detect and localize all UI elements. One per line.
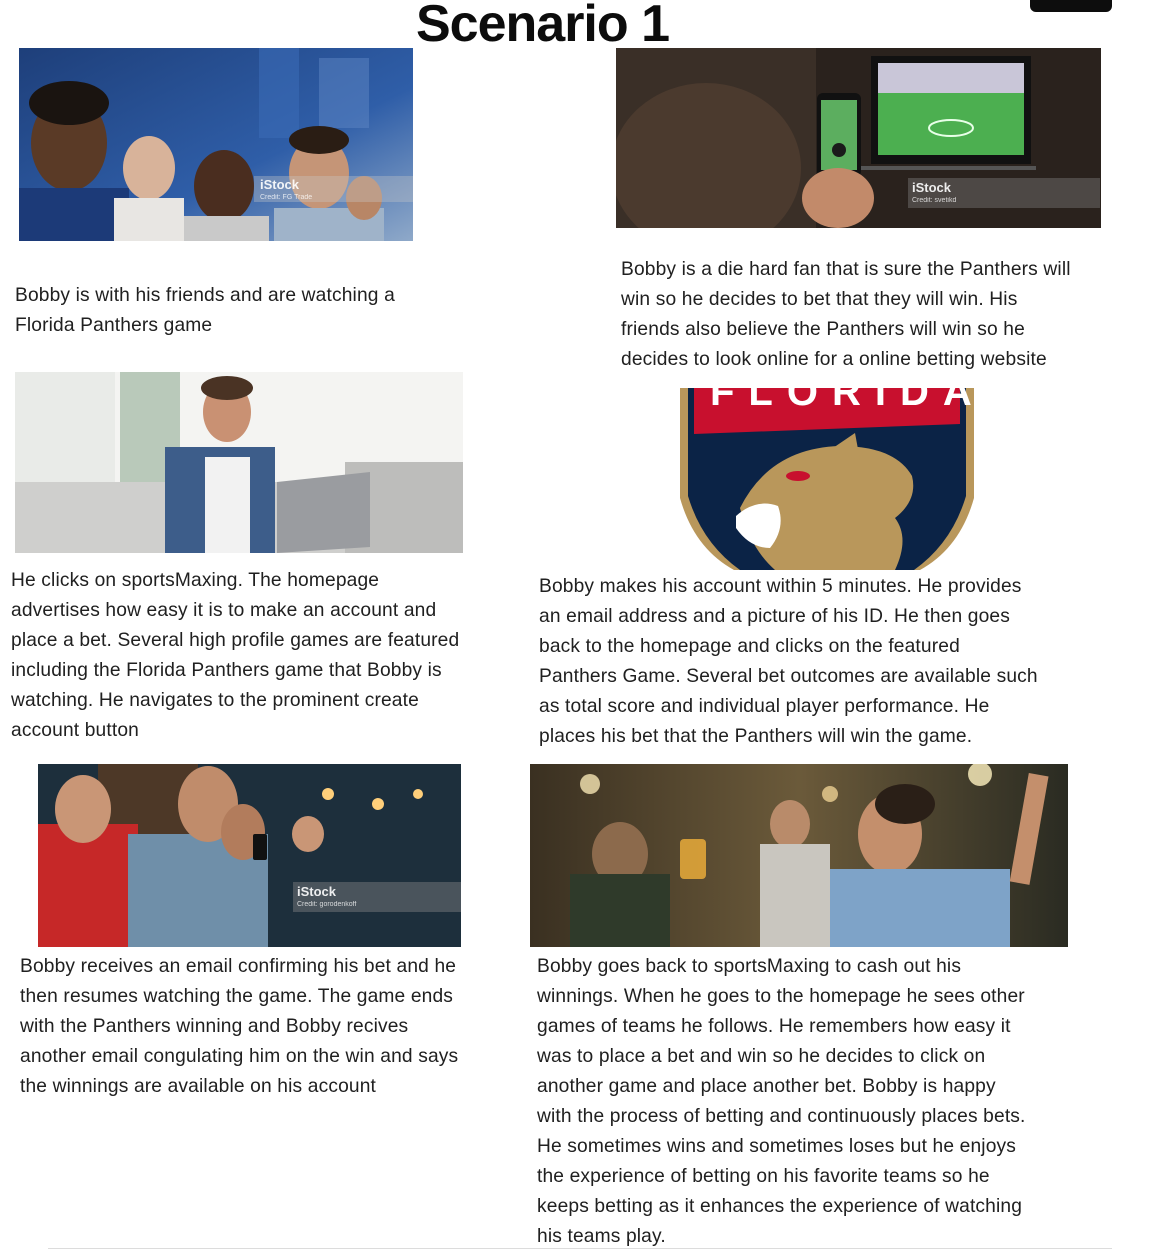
photo-man-celebrating — [530, 764, 1068, 947]
photo-friends-cheering: iStock Credit: FG Trade — [19, 48, 413, 241]
photo-man-laptop — [15, 372, 463, 553]
caption-1: Bobby is with his friends and are watchi… — [15, 285, 395, 336]
logo-text: FLORIDA — [710, 388, 974, 414]
caption-3: He clicks on sportsMaxing. The homepage … — [11, 570, 460, 741]
caption-5: Bobby receives an email confirming his b… — [20, 956, 459, 1097]
caption-6: Bobby goes back to sportsMaxing to cash … — [537, 956, 1026, 1247]
photo-fans-phone: iStock Credit: gorodenkoff — [38, 764, 461, 947]
menu-button[interactable] — [1030, 0, 1112, 12]
istock-watermark: iStock Credit: gorodenkoff — [297, 884, 357, 908]
istock-watermark: iStock Credit: FG Trade — [260, 177, 313, 201]
florida-panthers-logo: FLORIDA — [680, 388, 974, 570]
istock-watermark: iStock Credit: svetikd — [912, 180, 957, 204]
caption-4: Bobby makes his account within 5 minutes… — [539, 576, 1038, 747]
divider — [48, 1248, 1112, 1249]
caption-2: Bobby is a die hard fan that is sure the… — [621, 259, 1071, 370]
photo-phone-betting: iStock Credit: svetikd — [616, 48, 1101, 228]
page-title: Scenario 1 — [415, 0, 670, 53]
